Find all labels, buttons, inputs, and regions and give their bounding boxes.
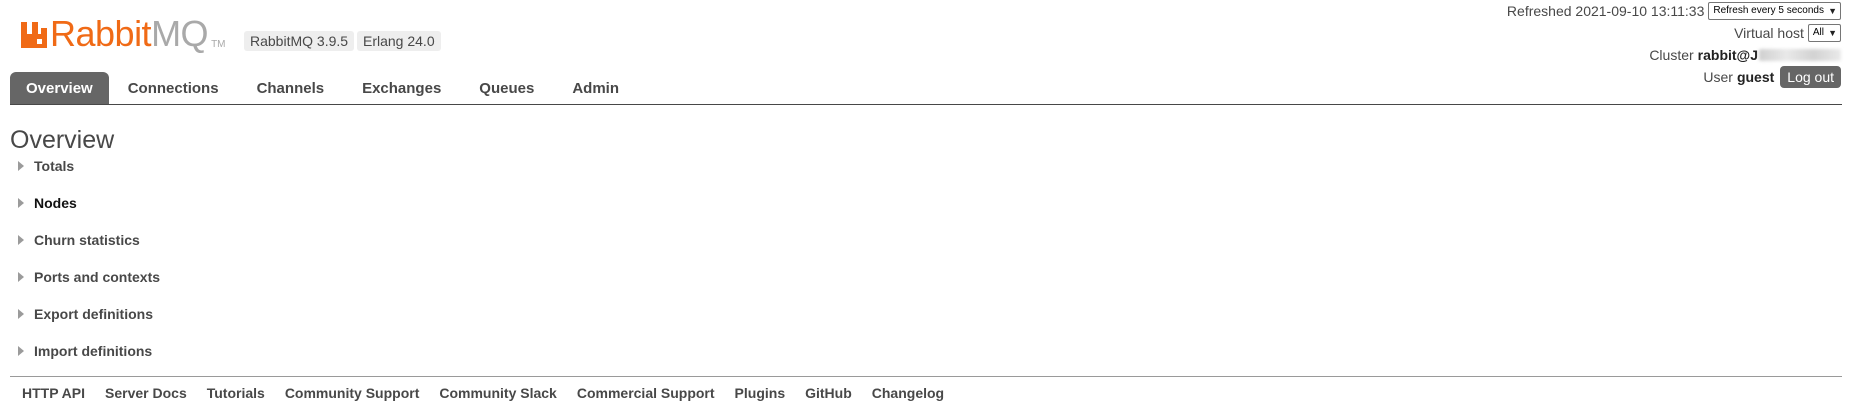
- footer-link-http-api[interactable]: HTTP API: [12, 385, 95, 401]
- expand-triangle-icon: [18, 235, 24, 245]
- expand-triangle-icon: [18, 272, 24, 282]
- rabbitmq-logo-icon: [21, 22, 47, 48]
- erlang-version-badge: Erlang 24.0: [357, 31, 441, 51]
- section-label: Churn statistics: [34, 232, 140, 248]
- virtual-host-label: Virtual host: [1734, 25, 1804, 41]
- section-totals[interactable]: Totals: [18, 156, 74, 176]
- expand-triangle-icon: [18, 161, 24, 171]
- user-name: guest: [1736, 69, 1775, 85]
- expand-triangle-icon: [18, 198, 24, 208]
- tab-channels[interactable]: Channels: [238, 72, 344, 105]
- top-right-panel: Refreshed 2021-09-10 13:11:33 Refresh ev…: [1507, 0, 1841, 88]
- section-churn-statistics[interactable]: Churn statistics: [18, 230, 140, 250]
- refresh-row: Refreshed 2021-09-10 13:11:33 Refresh ev…: [1507, 0, 1841, 22]
- main-nav-tabs: Overview Connections Channels Exchanges …: [10, 72, 638, 105]
- footer-link-plugins[interactable]: Plugins: [725, 385, 796, 401]
- footer-link-tutorials[interactable]: Tutorials: [197, 385, 275, 401]
- section-ports-and-contexts[interactable]: Ports and contexts: [18, 267, 160, 287]
- page-title: Overview: [10, 126, 115, 154]
- footer-divider: [10, 376, 1842, 377]
- header: Rabbit MQ TM RabbitMQ 3.9.5 Erlang 24.0 …: [0, 0, 1850, 105]
- logo-mq-text: MQ: [151, 13, 209, 54]
- cluster-label: Cluster: [1649, 47, 1694, 63]
- tab-admin[interactable]: Admin: [553, 72, 638, 105]
- rabbitmq-version-badge: RabbitMQ 3.9.5: [244, 31, 355, 51]
- section-label: Ports and contexts: [34, 269, 161, 285]
- footer-link-server-docs[interactable]: Server Docs: [95, 385, 197, 401]
- tab-connections[interactable]: Connections: [109, 72, 238, 105]
- tabs-divider: [10, 104, 1842, 105]
- tab-overview[interactable]: Overview: [10, 72, 109, 105]
- refreshed-label: Refreshed 2021-09-10 13:11:33: [1506, 3, 1705, 19]
- section-label: Export definitions: [34, 306, 153, 322]
- footer-link-commercial-support[interactable]: Commercial Support: [567, 385, 725, 401]
- virtual-host-row: Virtual host All ▼: [1507, 22, 1841, 44]
- footer-link-github[interactable]: GitHub: [795, 385, 862, 401]
- cluster-row: Cluster rabbit@J: [1507, 44, 1841, 66]
- logout-button[interactable]: Log out: [1780, 66, 1841, 88]
- footer-links: HTTP API Server Docs Tutorials Community…: [12, 383, 954, 403]
- footer-link-community-slack[interactable]: Community Slack: [429, 385, 566, 401]
- tab-exchanges[interactable]: Exchanges: [343, 72, 460, 105]
- section-label: Totals: [34, 158, 75, 174]
- refresh-interval-select[interactable]: Refresh every 5 seconds ▼: [1708, 2, 1841, 20]
- expand-triangle-icon: [18, 309, 24, 319]
- logo-rabbit-text: Rabbit: [50, 13, 152, 54]
- cluster-name-redacted: [1759, 49, 1841, 61]
- expand-triangle-icon: [18, 346, 24, 356]
- logo-tm-text: TM: [211, 39, 226, 50]
- user-row: User guest Log out: [1507, 66, 1841, 88]
- chevron-down-icon: ▼: [1828, 6, 1837, 16]
- user-label: User: [1703, 69, 1733, 85]
- rabbitmq-logo[interactable]: Rabbit MQ TM: [20, 12, 226, 52]
- cluster-name: rabbit@J: [1697, 47, 1758, 63]
- tab-queues[interactable]: Queues: [460, 72, 553, 105]
- footer-link-community-support[interactable]: Community Support: [275, 385, 430, 401]
- section-label: Import definitions: [34, 343, 153, 359]
- virtual-host-value: All: [1812, 27, 1824, 38]
- section-nodes[interactable]: Nodes: [18, 193, 77, 213]
- chevron-down-icon: ▼: [1828, 28, 1837, 38]
- section-label: Nodes: [34, 195, 77, 211]
- section-export-definitions[interactable]: Export definitions: [18, 304, 153, 324]
- virtual-host-select[interactable]: All ▼: [1807, 24, 1841, 42]
- section-import-definitions[interactable]: Import definitions: [18, 341, 152, 361]
- refresh-interval-value: Refresh every 5 seconds: [1713, 5, 1824, 16]
- footer-link-changelog[interactable]: Changelog: [862, 385, 954, 401]
